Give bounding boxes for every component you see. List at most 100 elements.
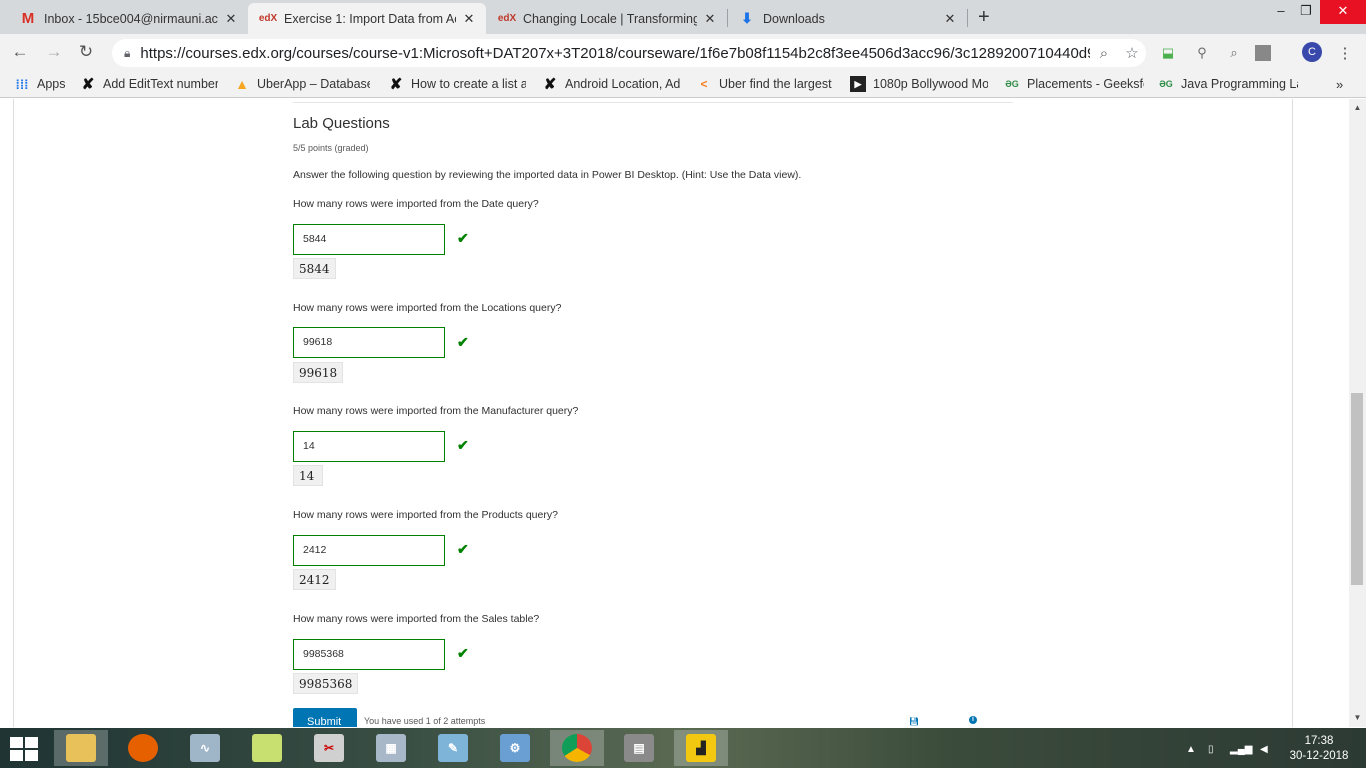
clock-date: 30-12-2018 xyxy=(1289,750,1349,762)
x-bookmark-icon: ✘ xyxy=(543,76,557,93)
question-date: How many rows were imported from the Dat… xyxy=(293,198,539,210)
taskbar-firefox[interactable] xyxy=(116,730,170,766)
points-text: 5/5 points (graded) xyxy=(293,143,369,153)
answer-input-sales[interactable]: 9985368 xyxy=(293,639,445,670)
taskbar-notepad[interactable]: ✎ xyxy=(426,730,480,766)
gmail-icon: M xyxy=(21,10,35,27)
tab-exercise-import[interactable]: edX Exercise 1: Import Data from Acc ✕ xyxy=(248,3,486,34)
taskbar-monitor[interactable]: ∿ xyxy=(178,730,232,766)
chrome-icon xyxy=(562,734,592,762)
close-tab-icon[interactable]: ✕ xyxy=(224,11,238,27)
taskbar-sticky-notes[interactable] xyxy=(240,730,294,766)
taskbar-power-bi[interactable]: ▟ xyxy=(674,730,728,766)
info-icon[interactable]: i xyxy=(969,716,977,724)
address-bar[interactable]: 🔒︎ https://courses.edx.org/courses/cours… xyxy=(112,39,1146,67)
close-window-button[interactable]: ✕ xyxy=(1320,0,1366,24)
taskbar-calculator[interactable]: ▦ xyxy=(364,730,418,766)
tray-signal-icon[interactable]: ▂▄▆ xyxy=(1230,744,1252,755)
new-tab-button[interactable]: + xyxy=(978,6,990,29)
firefox-icon xyxy=(128,734,158,762)
extension-bike-icon[interactable]: ⚲ xyxy=(1192,43,1212,63)
scroll-down-arrow-icon[interactable]: ▼ xyxy=(1349,711,1366,725)
taskbar-control-panel[interactable]: ⚙ xyxy=(488,730,542,766)
zoom-icon[interactable]: ⌕ xyxy=(1090,45,1118,62)
control-panel-icon: ⚙ xyxy=(500,734,530,762)
bookmark-item[interactable]: ▶ 1080p Bollywood Mo xyxy=(850,75,988,93)
bookmark-label: Uber find the largest xyxy=(719,77,832,91)
question-sales: How many rows were imported from the Sal… xyxy=(293,613,540,625)
scroll-up-arrow-icon[interactable]: ▲ xyxy=(1349,101,1366,115)
bookmark-apps[interactable]: ⁞⁞⁞ Apps xyxy=(14,75,74,93)
tab-divider xyxy=(967,9,968,27)
correct-check-icon: ✔ xyxy=(457,437,469,453)
lock-icon: 🔒︎ xyxy=(124,45,131,60)
correct-check-icon: ✔ xyxy=(457,334,469,350)
tray-volume-icon[interactable]: ◀ xyxy=(1260,744,1268,755)
save-icon[interactable]: 💾︎ xyxy=(909,717,919,726)
tab-changing-locale[interactable]: edX Changing Locale | Transforming D ✕ xyxy=(487,3,727,34)
gfg-icon: ƏG xyxy=(1005,79,1019,89)
bookmark-item[interactable]: ✘ How to create a list a xyxy=(388,75,526,93)
bookmark-item[interactable]: ▲ UberApp – Database xyxy=(234,75,370,93)
tray-device-icon[interactable]: ▯ xyxy=(1208,744,1214,755)
answer-input-date[interactable]: 5844 xyxy=(293,224,445,255)
bookmark-item[interactable]: ƏG Placements - Geeksfo xyxy=(1004,75,1144,93)
taskbar-file-explorer[interactable] xyxy=(54,730,108,766)
correct-check-icon: ✔ xyxy=(457,645,469,661)
vertical-scrollbar[interactable]: ▲ ▼ xyxy=(1349,99,1366,727)
tab-title: Changing Locale | Transforming D xyxy=(523,11,697,26)
taskbar-app[interactable]: ▤ xyxy=(612,730,666,766)
close-tab-icon[interactable]: ✕ xyxy=(462,11,476,27)
tab-title: Exercise 1: Import Data from Acc xyxy=(284,11,456,26)
notepad-icon: ✎ xyxy=(438,734,468,762)
attempts-text: You have used 1 of 2 attempts xyxy=(364,716,486,726)
x-bookmark-icon: ✘ xyxy=(389,76,403,93)
edx-icon: edX xyxy=(258,13,278,24)
reload-icon[interactable]: ↻ xyxy=(74,40,98,64)
close-tab-icon[interactable]: ✕ xyxy=(703,11,717,27)
tab-downloads[interactable]: ⬇ Downloads ✕ xyxy=(727,3,967,34)
extension-inbox-icon[interactable]: ⬓ xyxy=(1158,43,1178,63)
windows-taskbar: ∿ ✂ ▦ ✎ ⚙ ▤ ▟ ▲ ▯ ▂▄▆ ◀ 17:38 30-12-2018 xyxy=(0,728,1366,768)
tab-gmail-inbox[interactable]: M Inbox - 15bce004@nirmauni.ac.ir ✕ xyxy=(8,3,248,34)
instructions-text: Answer the following question by reviewi… xyxy=(293,169,802,181)
scissors-icon: ✂ xyxy=(314,734,344,762)
rendered-answer-date: 5844 xyxy=(293,258,336,279)
bookmark-label: Apps xyxy=(37,77,66,91)
back-arrow-icon[interactable]: ← xyxy=(8,40,32,64)
rendered-answer-manufacturer: 14 xyxy=(293,465,323,486)
rendered-answer-products: 2412 xyxy=(293,569,336,590)
edx-icon: edX xyxy=(497,13,517,24)
extension-gray-icon[interactable] xyxy=(1255,45,1271,61)
content-border-right xyxy=(1292,99,1293,727)
download-icon: ⬇ xyxy=(741,10,753,26)
bookmark-item[interactable]: ✘ Add EditText number xyxy=(80,75,218,93)
forward-arrow-icon[interactable]: → xyxy=(42,40,66,64)
close-tab-icon[interactable]: ✕ xyxy=(943,11,957,27)
correct-check-icon: ✔ xyxy=(457,541,469,557)
profile-avatar[interactable]: C xyxy=(1302,42,1322,62)
folder-icon xyxy=(66,734,96,762)
question-manufacturer: How many rows were imported from the Man… xyxy=(293,405,579,417)
power-bi-icon: ▟ xyxy=(686,734,716,762)
extension-search-icon[interactable]: ⌕ xyxy=(1224,43,1244,63)
answer-input-manufacturer[interactable]: 14 xyxy=(293,431,445,462)
more-bookmarks-chevron-icon[interactable]: » xyxy=(1336,75,1350,93)
answer-input-products[interactable]: 2412 xyxy=(293,535,445,566)
bookmark-item[interactable]: < Uber find the largest xyxy=(696,75,834,93)
menu-kebab-icon[interactable]: ⋮ xyxy=(1335,43,1355,63)
bookmark-star-icon[interactable]: ☆ xyxy=(1118,44,1146,62)
scrollbar-thumb[interactable] xyxy=(1351,393,1363,585)
gfg-icon: ƏG xyxy=(1159,79,1173,89)
taskbar-clock[interactable]: 17:38 30-12-2018 xyxy=(1284,734,1354,764)
taskbar-chrome[interactable] xyxy=(550,730,604,766)
bookmark-item[interactable]: ƏG Java Programming La xyxy=(1158,75,1298,93)
bookmark-item[interactable]: ✘ Android Location, Ad xyxy=(542,75,680,93)
clock-time: 17:38 xyxy=(1304,735,1334,747)
taskbar-snipping-tool[interactable]: ✂ xyxy=(302,730,356,766)
submit-button[interactable]: Submit xyxy=(293,708,357,727)
answer-input-locations[interactable]: 99618 xyxy=(293,327,445,358)
tray-chevron-up-icon[interactable]: ▲ xyxy=(1186,744,1196,755)
windows-start-icon[interactable] xyxy=(10,737,38,761)
apps-grid-icon: ⁞⁞⁞ xyxy=(15,76,29,92)
